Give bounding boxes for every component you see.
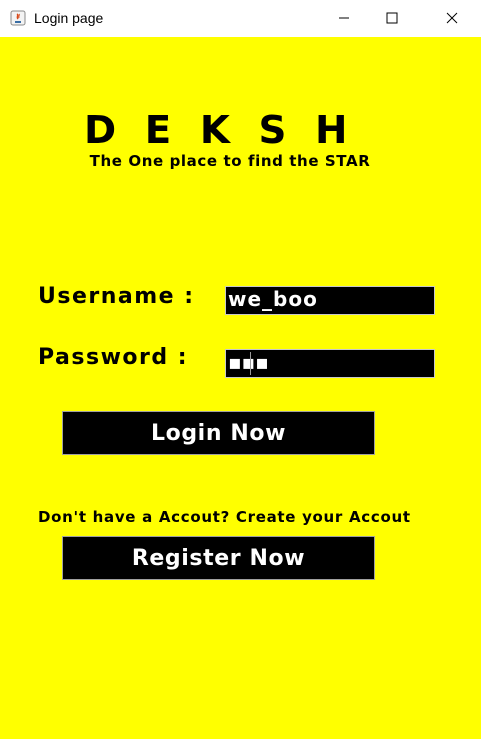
java-app-icon [10, 10, 26, 26]
close-icon [446, 9, 458, 28]
register-prompt: Don't have a Accout? Create your Accout [38, 508, 411, 526]
password-input[interactable]: ▪▪▪ [225, 349, 435, 378]
deksh-logo: DEKSH [82, 110, 378, 150]
password-value: ▪▪▪ [228, 350, 269, 374]
password-label: Password : [38, 345, 189, 370]
login-button[interactable]: Login Now [62, 411, 375, 455]
login-button-label: Login Now [151, 420, 286, 446]
text-caret [250, 352, 251, 375]
username-input[interactable]: we_boo [225, 286, 435, 315]
logo-tagline: The One place to find the STAR [89, 152, 371, 170]
register-button-label: Register Now [131, 545, 306, 571]
logo-text: DEKSH [84, 110, 376, 150]
username-value: we_boo [228, 287, 318, 311]
window-title: Login page [34, 10, 104, 26]
window-titlebar: Login page [0, 0, 481, 37]
close-button[interactable] [429, 0, 475, 37]
username-label: Username : [38, 284, 195, 309]
minimize-icon [338, 9, 350, 28]
register-button[interactable]: Register Now [62, 536, 375, 580]
maximize-icon [386, 9, 398, 28]
minimize-button[interactable] [321, 0, 367, 37]
maximize-button[interactable] [369, 0, 415, 37]
